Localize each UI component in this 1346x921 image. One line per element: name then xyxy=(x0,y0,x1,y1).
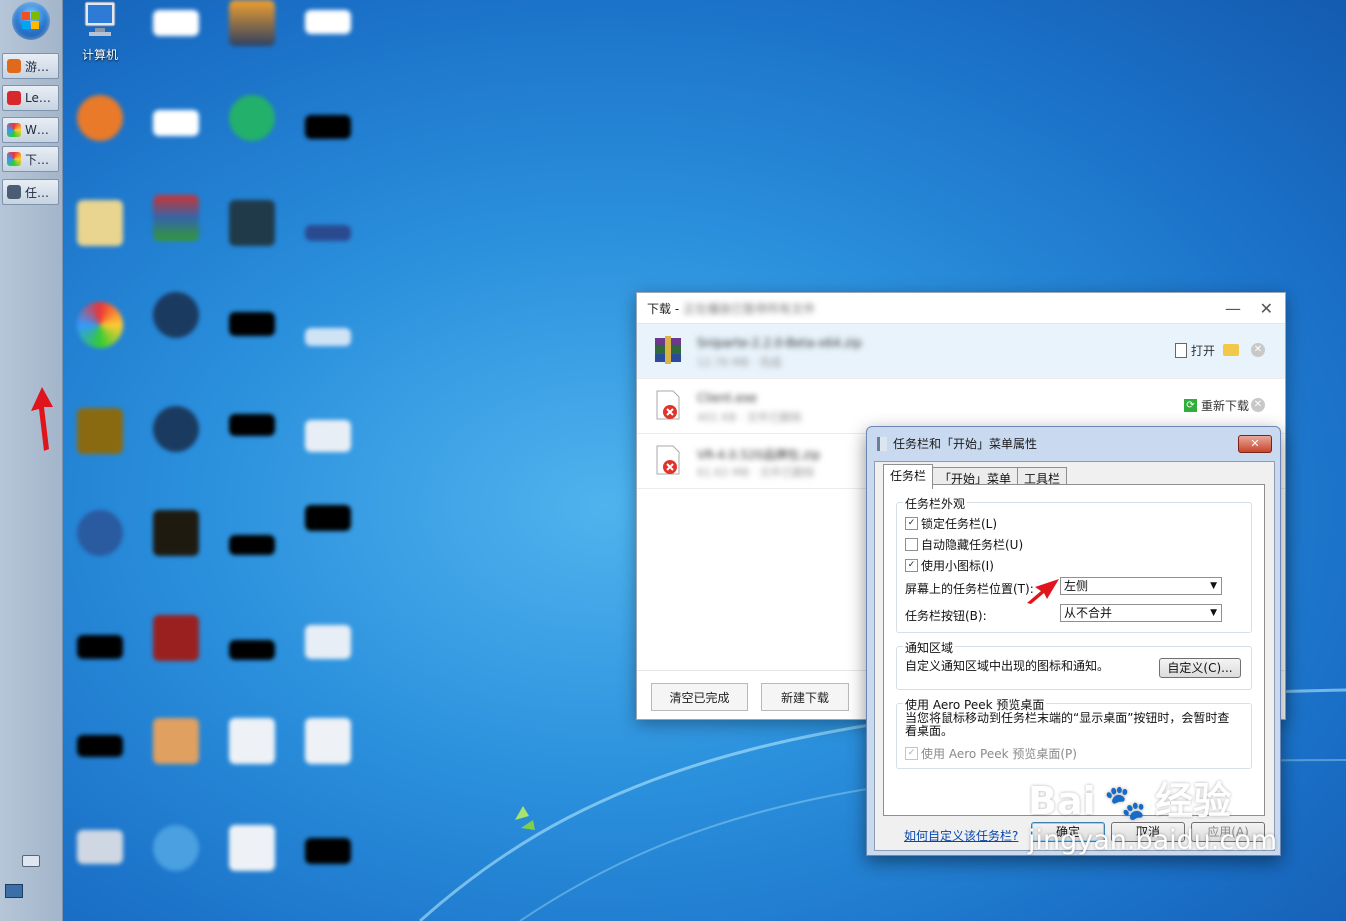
remove-item-icon[interactable]: ✕ xyxy=(1251,343,1265,357)
lock-taskbar-checkbox[interactable]: ✓ xyxy=(905,517,918,530)
desktop-icon[interactable] xyxy=(292,10,364,38)
paw-icon: 🐾 xyxy=(1104,783,1147,823)
document-icon xyxy=(1174,343,1187,358)
new-download-button[interactable]: 新建下载 xyxy=(761,683,849,711)
desktop-icon[interactable] xyxy=(292,718,364,768)
download-window-titlebar[interactable]: 下载 - 正在播放已暂停所有文件 xyxy=(637,293,1285,324)
download-item[interactable]: Sniparte-2.2.0-Beta-x64.zip 12.76 MB · 完… xyxy=(637,324,1285,379)
taskbar-properties-icon xyxy=(877,436,887,451)
desktop-icon-computer[interactable]: 计算机 xyxy=(64,0,136,63)
desktop-icon[interactable] xyxy=(292,328,364,350)
desktop-icon[interactable] xyxy=(292,838,364,868)
taskbar-tab-panel: 任务栏外观 ✓ 锁定任务栏(L) 自动隐藏任务栏(U) ✓ 使用小图标(I) 屏… xyxy=(883,484,1265,843)
dialog-titlebar[interactable]: 任务栏和「开始」菜单属性 xyxy=(877,435,1037,452)
desktop-icon[interactable] xyxy=(140,718,212,768)
netease-music-icon xyxy=(7,91,21,105)
position-label: 屏幕上的任务栏位置(T): xyxy=(905,582,1034,596)
desktop-icon[interactable] xyxy=(64,408,136,458)
remove-item-icon[interactable]: ✕ xyxy=(1251,398,1265,412)
desktop-icon[interactable] xyxy=(216,95,288,145)
browser-icon xyxy=(7,152,21,166)
deleted-file-icon xyxy=(656,445,680,475)
taskbar-button-game[interactable]: 游… xyxy=(2,53,59,79)
desktop-icon[interactable] xyxy=(216,718,288,768)
taskbar-button-netease[interactable]: Le… xyxy=(2,85,59,111)
chevron-down-icon: ▼ xyxy=(1210,608,1217,618)
aero-peek-checkbox: ✓ xyxy=(905,747,918,760)
help-link[interactable]: 如何自定义该任务栏? xyxy=(904,827,1018,844)
desktop-icon[interactable] xyxy=(216,414,288,440)
redownload-button[interactable]: ⟳ 重新下载 xyxy=(1183,397,1249,414)
lock-taskbar-option[interactable]: ✓ 锁定任务栏(L) xyxy=(905,515,997,532)
refresh-icon: ⟳ xyxy=(1183,399,1197,412)
appearance-group: 任务栏外观 ✓ 锁定任务栏(L) 自动隐藏任务栏(U) ✓ 使用小图标(I) 屏… xyxy=(896,495,1252,633)
baidu-watermark: Bai 🐾 经验 jingyan.baidu.com xyxy=(1028,779,1278,856)
desktop-icon[interactable] xyxy=(140,406,212,456)
show-desktop-icon[interactable] xyxy=(5,884,23,898)
desktop-icon[interactable] xyxy=(64,635,136,663)
desktop-icon[interactable] xyxy=(216,312,288,340)
windows-flag-icon xyxy=(22,12,40,30)
browser-icon xyxy=(7,123,21,137)
buttons-label: 任务栏按钮(B): xyxy=(905,609,987,623)
taskbar-buttons-select[interactable]: 从不合并 ▼ xyxy=(1060,604,1222,622)
desktop-icon[interactable] xyxy=(64,735,136,761)
close-icon[interactable]: ✕ xyxy=(1260,299,1273,318)
desktop-icon[interactable] xyxy=(140,615,212,665)
taskbar: 游… Le… W… 下… 任… xyxy=(0,0,63,921)
folder-icon[interactable] xyxy=(1223,344,1239,356)
taskbar-button-browser-1[interactable]: W… xyxy=(2,117,59,143)
desktop-icon[interactable] xyxy=(140,195,212,245)
desktop-icon[interactable] xyxy=(216,535,288,559)
tab-taskbar[interactable]: 任务栏 xyxy=(883,464,934,489)
deleted-file-icon xyxy=(656,390,680,420)
taskbar-button-taskbar-properties[interactable]: 任… xyxy=(2,179,59,205)
start-button[interactable] xyxy=(12,2,50,40)
autohide-checkbox[interactable] xyxy=(905,538,918,551)
desktop-icon[interactable] xyxy=(140,292,212,342)
minimize-icon[interactable]: — xyxy=(1225,299,1241,318)
aero-peek-desc: 当您将鼠标移动到任务栏末端的“显示桌面”按钮时，会暂时查看桌面。 xyxy=(905,711,1230,738)
desktop-icon[interactable] xyxy=(292,625,364,663)
red-arrow-up-icon xyxy=(31,387,53,451)
red-arrow-pointer-icon xyxy=(1027,579,1059,604)
aero-peek-group: 使用 Aero Peek 预览桌面 当您将鼠标移动到任务栏末端的“显示桌面”按钮… xyxy=(896,696,1252,769)
clear-completed-button[interactable]: 清空已完成 xyxy=(651,683,748,711)
notification-area-group: 通知区域 自定义通知区域中出现的图标和通知。 自定义(C)... xyxy=(896,639,1252,690)
desktop-icon[interactable] xyxy=(292,420,364,456)
game-app-icon xyxy=(7,59,21,73)
chevron-down-icon: ▼ xyxy=(1210,581,1217,591)
aero-peek-option: ✓ 使用 Aero Peek 预览桌面(P) xyxy=(905,745,1077,762)
open-file-button[interactable]: 打开 xyxy=(1174,342,1215,359)
customize-button[interactable]: 自定义(C)... xyxy=(1159,658,1241,678)
desktop-icon[interactable] xyxy=(64,302,136,352)
small-icons-option[interactable]: ✓ 使用小图标(I) xyxy=(905,557,994,574)
small-icons-checkbox[interactable]: ✓ xyxy=(905,559,918,572)
taskbar-settings-icon xyxy=(7,185,21,199)
computer-icon xyxy=(84,1,116,36)
taskbar-button-browser-2[interactable]: 下… xyxy=(2,146,59,172)
desktop-icon[interactable] xyxy=(216,200,288,250)
desktop-icon[interactable] xyxy=(292,225,364,245)
taskbar-position-select[interactable]: 左侧 ▼ xyxy=(1060,577,1222,595)
desktop-icon[interactable] xyxy=(140,110,212,140)
desktop-icon[interactable] xyxy=(64,200,136,250)
desktop-icon[interactable] xyxy=(64,510,136,560)
desktop-icon[interactable] xyxy=(216,825,288,875)
desktop-icon[interactable] xyxy=(216,640,288,664)
desktop-icon[interactable] xyxy=(64,830,136,868)
desktop-icon[interactable] xyxy=(140,10,212,40)
keyboard-icon[interactable] xyxy=(22,855,40,867)
dialog-close-button[interactable]: ✕ xyxy=(1238,435,1272,453)
desktop-icon[interactable] xyxy=(140,825,212,875)
desktop-icon[interactable] xyxy=(64,95,136,145)
notification-desc: 自定义通知区域中出现的图标和通知。 xyxy=(905,659,1110,673)
desktop-icon[interactable] xyxy=(292,115,364,143)
winrar-archive-icon xyxy=(655,336,681,364)
desktop-icon[interactable] xyxy=(140,510,212,560)
desktop-icon[interactable] xyxy=(292,505,364,535)
autohide-option[interactable]: 自动隐藏任务栏(U) xyxy=(905,536,1023,553)
desktop-icon[interactable] xyxy=(216,0,288,50)
